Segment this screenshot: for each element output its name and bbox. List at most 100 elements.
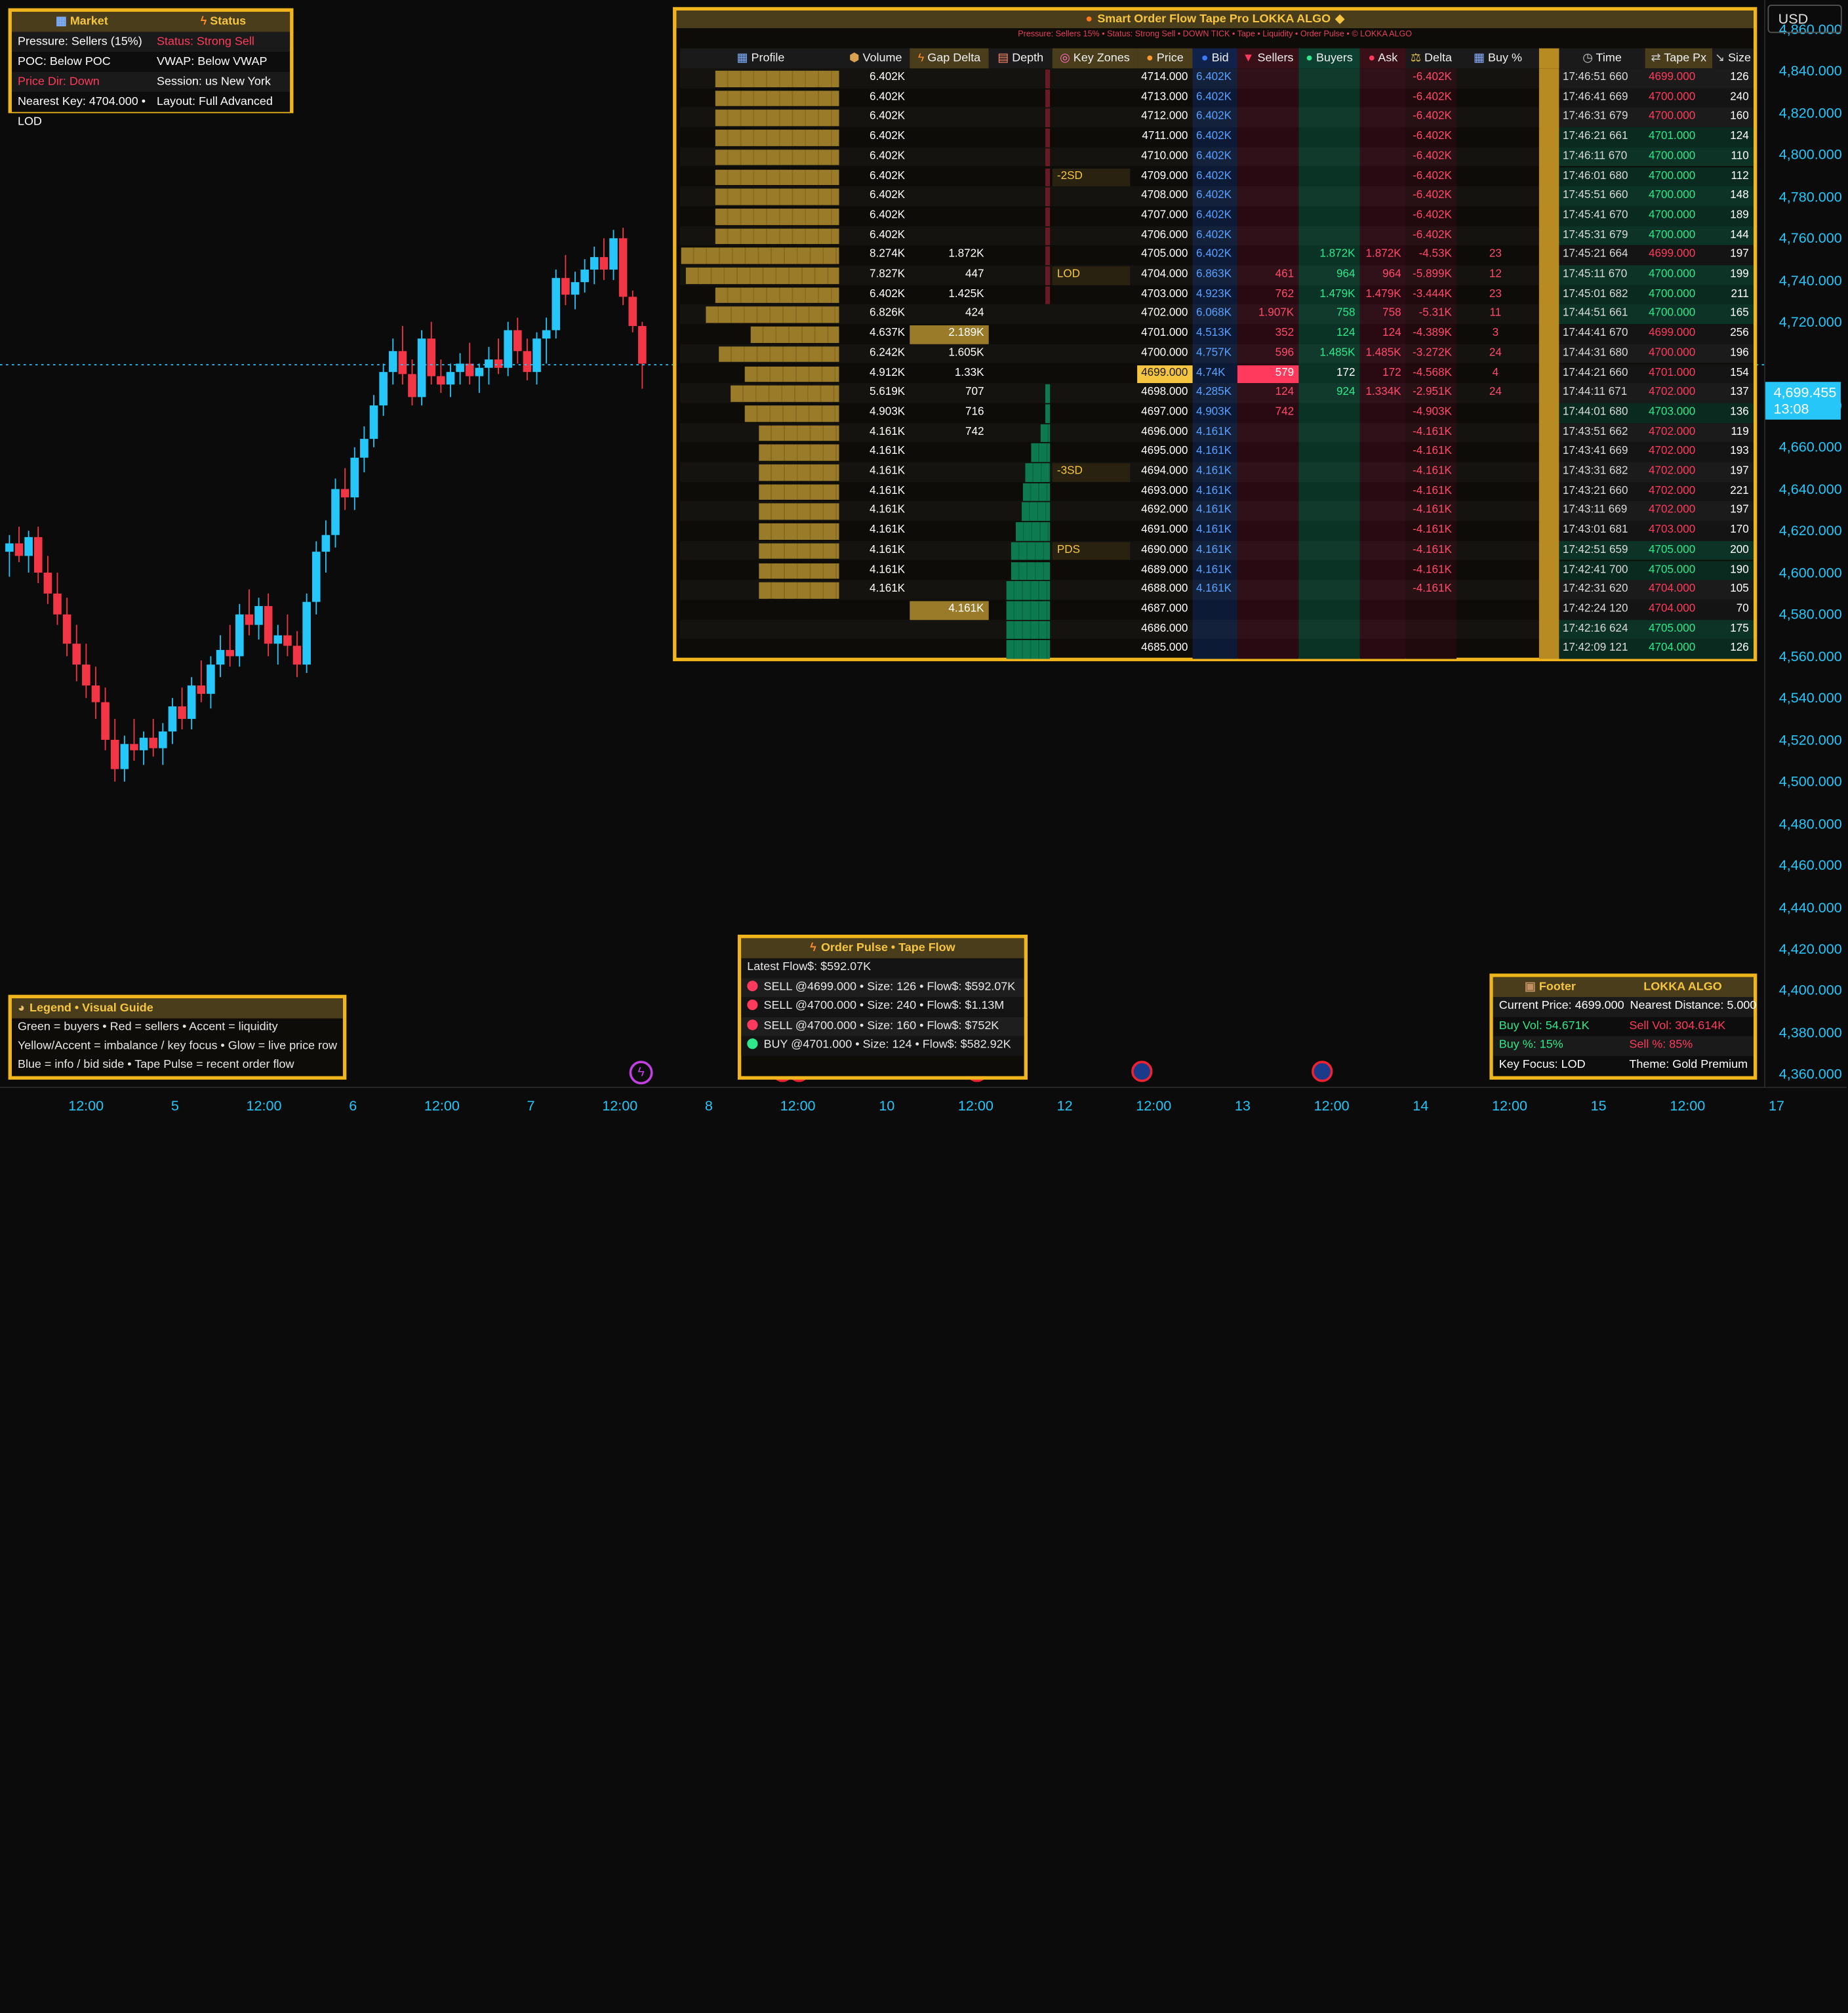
time-axis-label: 12 bbox=[1056, 1097, 1073, 1114]
lightning-event-icon[interactable]: ϟ bbox=[629, 1061, 653, 1085]
cell-gap bbox=[910, 619, 984, 639]
col-header-sellers[interactable]: ▼ Sellers bbox=[1237, 48, 1299, 69]
cell-zone bbox=[1053, 147, 1137, 167]
market-row: Price Dir: Down Session: us New York bbox=[11, 71, 291, 92]
cell-gap bbox=[910, 501, 984, 521]
print-size: 126 bbox=[1730, 641, 1749, 655]
col-header-buyers[interactable]: ● Buyers bbox=[1298, 48, 1360, 69]
cell-gap bbox=[910, 167, 984, 186]
depth-bar bbox=[1045, 148, 1051, 167]
candle bbox=[369, 395, 378, 447]
col-header-depth[interactable]: ▤ Depth bbox=[988, 48, 1053, 69]
candle bbox=[340, 468, 350, 510]
candle bbox=[197, 660, 206, 702]
candle-body bbox=[571, 282, 580, 295]
profile-bar bbox=[758, 464, 839, 481]
cell-volume: 6.402K bbox=[869, 129, 906, 143]
print-time: 17:42:51 659 bbox=[1562, 543, 1628, 556]
brand-label: LOKKA ALGO bbox=[1643, 981, 1722, 994]
currency-selector[interactable]: USD bbox=[1767, 5, 1842, 33]
cell-volume: 4.161K bbox=[869, 445, 906, 458]
cell-bid: 4.903K bbox=[1195, 405, 1232, 418]
col-header-delta[interactable]: ⚖ Delta bbox=[1405, 48, 1457, 69]
us-flag-event-icon[interactable] bbox=[1312, 1061, 1333, 1082]
candle-body bbox=[72, 643, 81, 665]
candle bbox=[590, 246, 599, 285]
cell-buy-pct bbox=[1456, 640, 1535, 659]
cell-buyers bbox=[1298, 501, 1357, 521]
print-price: 4700.000 bbox=[1649, 267, 1696, 281]
profile-bar bbox=[758, 445, 839, 461]
candle bbox=[62, 598, 71, 657]
cell-bid: 6.402K bbox=[1195, 228, 1232, 241]
print-size: 256 bbox=[1730, 326, 1749, 340]
footer-panel: ▣ Footer LOKKA ALGO Current Price: 4699.… bbox=[1489, 973, 1758, 1080]
col-header-icon: ● bbox=[1368, 52, 1378, 65]
cell-buy-pct bbox=[1456, 68, 1535, 88]
candle bbox=[91, 666, 100, 720]
col-header-profile[interactable]: ▦ Profile bbox=[679, 48, 842, 69]
col-header-buy-pct[interactable]: ▦ Buy % bbox=[1456, 48, 1539, 69]
cell-price: 4693.000 bbox=[1141, 484, 1188, 497]
cell-ask: 124 bbox=[1382, 326, 1401, 340]
depth-bar bbox=[1045, 227, 1051, 246]
cell-zone: -3SD bbox=[1056, 464, 1083, 478]
col-header-time[interactable]: ◷ Time bbox=[1559, 48, 1645, 69]
candle-body bbox=[590, 256, 599, 270]
candle bbox=[168, 698, 177, 744]
col-header-key-zones[interactable]: ◎ Key Zones bbox=[1052, 48, 1138, 69]
col-header-volume[interactable]: ⬢ Volume bbox=[841, 48, 910, 69]
print-size: 221 bbox=[1730, 484, 1749, 497]
cell-zone bbox=[1053, 422, 1137, 442]
market-row: POC: Below POC VWAP: Below VWAP bbox=[11, 52, 291, 72]
cell-bid: 4.161K bbox=[1195, 582, 1232, 596]
print-price: 4700.000 bbox=[1649, 110, 1696, 123]
cell-bid: 4.161K bbox=[1195, 504, 1232, 517]
cell-zone: PDS bbox=[1056, 543, 1081, 556]
price-axis-label: 4,820.000 bbox=[1778, 104, 1842, 121]
col-header-icon: ◷ bbox=[1582, 52, 1596, 65]
cell-delta: -4.53K bbox=[1418, 247, 1452, 261]
time-axis[interactable]: 12:00 5 12:00 6 12:00 7 12:00 8 12:00 10 12:00 12 12… bbox=[0, 1086, 1847, 1121]
col-header-price[interactable]: ● Price bbox=[1137, 48, 1193, 69]
profile-bar bbox=[750, 326, 839, 343]
candle bbox=[350, 447, 359, 510]
print-price: 4703.000 bbox=[1649, 523, 1696, 537]
profile-bar bbox=[715, 129, 839, 146]
cell-bid: 6.402K bbox=[1195, 188, 1232, 202]
col-header-size[interactable]: ↘ Size bbox=[1712, 48, 1754, 69]
col-header-gap-delta[interactable]: ϟ Gap Delta bbox=[910, 48, 989, 69]
candle-body bbox=[178, 706, 186, 720]
print-price: 4700.000 bbox=[1649, 228, 1696, 241]
legend-title: Legend • Visual Guide bbox=[30, 1002, 153, 1015]
price-axis[interactable]: 4,860.000 4,840.000 4,820.000 4,800.000 4,78… bbox=[1764, 0, 1848, 1087]
col-header-tape-px[interactable]: ⇄ Tape Px bbox=[1645, 48, 1713, 69]
us-flag-event-icon[interactable] bbox=[1131, 1061, 1153, 1082]
cell-buyers bbox=[1298, 147, 1357, 167]
cell-buyers: 1.485K bbox=[1319, 346, 1356, 359]
cell-buyers bbox=[1298, 521, 1357, 540]
cell-delta: -3.444K bbox=[1413, 287, 1452, 300]
col-header-label: Buy % bbox=[1487, 52, 1522, 65]
cell-buy-pct bbox=[1456, 186, 1535, 206]
depth-bar bbox=[1007, 601, 1051, 620]
price-axis-label: 4,800.000 bbox=[1778, 146, 1842, 163]
cell-sellers bbox=[1237, 619, 1296, 639]
col-header-ask[interactable]: ● Ask bbox=[1359, 48, 1406, 69]
cell-delta: -4.161K bbox=[1413, 543, 1452, 556]
depth-bar bbox=[1045, 89, 1051, 108]
cell-buy-pct bbox=[1456, 147, 1535, 167]
cell-ask bbox=[1360, 462, 1401, 481]
cell-gap: 1.605K bbox=[948, 346, 984, 359]
candle-body bbox=[427, 338, 435, 376]
market-row: Pressure: Sellers (15%) Status: Strong Se… bbox=[11, 31, 291, 52]
cell-price: 4699.000 bbox=[1141, 365, 1188, 379]
print-time: 17:42:16 624 bbox=[1562, 622, 1628, 635]
col-header-bid[interactable]: ● Bid bbox=[1192, 48, 1237, 69]
cell-buy-pct: 3 bbox=[1492, 326, 1499, 340]
col-header-label: Sellers bbox=[1257, 52, 1294, 65]
market-rows: Pressure: Sellers (15%) Status: Strong Se… bbox=[11, 31, 291, 129]
depth-bar bbox=[1045, 266, 1051, 285]
candle-body bbox=[187, 685, 196, 720]
cell-buy-pct bbox=[1456, 619, 1535, 639]
